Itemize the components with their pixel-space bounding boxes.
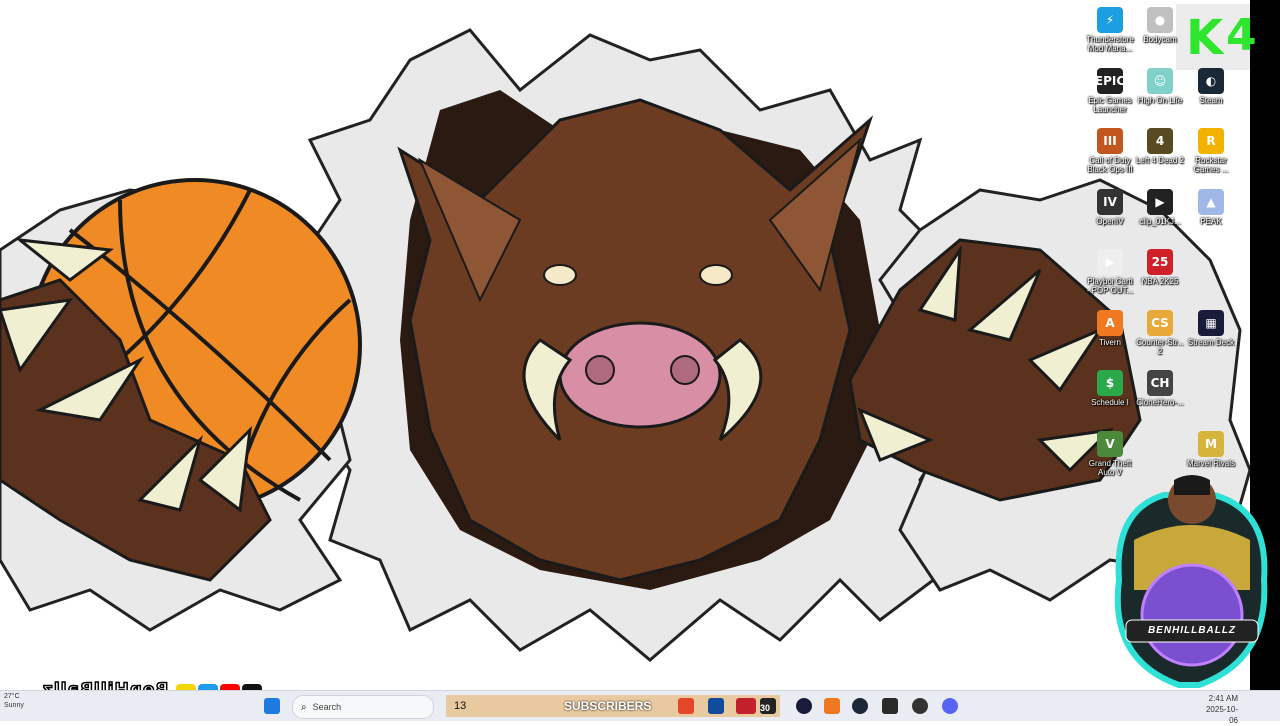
badge-30-text: 30	[760, 703, 771, 713]
search-icon: ⌕	[301, 701, 307, 713]
weather-temp: 27°C	[4, 693, 20, 700]
subscriber-count: 13	[454, 700, 467, 712]
desktop-icon-peak[interactable]: ▲ PEAK	[1181, 185, 1241, 245]
desktop-icon-label: PEAK	[1200, 216, 1222, 226]
playboi-icon: ▶	[1097, 249, 1123, 275]
rockstar-icon: R	[1198, 128, 1224, 154]
badge-30-icon[interactable]: 30	[760, 698, 776, 714]
weather-desc: Sunny	[4, 702, 24, 709]
desktop-icon-label: Bodycam	[1143, 35, 1177, 44]
desktop-icon-label: Stream Deck	[1187, 337, 1235, 347]
nba-icon: 25	[1147, 249, 1173, 275]
steam-icon: ◐	[1198, 67, 1224, 94]
subscriber-label: SUBSCRIBERS	[564, 699, 652, 713]
cod-icon: III	[1097, 128, 1123, 154]
subscriber-counter: 13 SUBSCRIBERS	[446, 695, 780, 717]
discord-icon[interactable]	[942, 698, 958, 714]
desktop-icon-label: CloneHero-...	[1136, 398, 1184, 407]
peak-icon: ▲	[1198, 188, 1224, 215]
desktop-icon-rockstar[interactable]: R Rockstar Games ...	[1181, 124, 1241, 184]
high-on-life-icon: ☺	[1147, 67, 1173, 94]
schedule-icon: $	[1097, 370, 1123, 396]
clonehero-icon: CH	[1147, 370, 1173, 396]
start-button-icon[interactable]	[264, 698, 280, 714]
clip-icon: ▶	[1147, 188, 1173, 215]
clock-time: 2:41 AM	[1208, 694, 1238, 703]
desktop-icon-label: Rockstar Games ...	[1193, 156, 1229, 174]
desktop-icon-clonehero[interactable]: CH CloneHero-...	[1130, 366, 1190, 426]
game-app-icon[interactable]	[736, 698, 756, 714]
obs-icon[interactable]	[912, 698, 928, 714]
clock-date: 2025-10-06	[1205, 705, 1238, 725]
weather-widget[interactable]: 27°C Sunny	[4, 692, 24, 722]
desktop-icon-label: NBA 2K25	[1141, 277, 1179, 286]
marvel-icon: M	[1198, 430, 1224, 457]
desktop-icon-nba[interactable]: 25 NBA 2K25	[1130, 245, 1190, 305]
app-icon[interactable]	[708, 698, 724, 714]
search-placeholder: Search	[312, 702, 342, 712]
tivern-icon[interactable]	[824, 698, 840, 714]
gta-icon: V	[1097, 430, 1123, 457]
streamer-avatar-overlay: BENHILLBALLZ	[1104, 470, 1274, 690]
desktop-icon-steam[interactable]: ◐ Steam	[1181, 64, 1241, 124]
bodycam-icon: ●	[1147, 7, 1173, 33]
counter-strike-icon: CS	[1147, 309, 1173, 336]
mail-icon[interactable]	[882, 698, 898, 714]
tivern-icon: A	[1097, 309, 1123, 336]
stream-deck-icon[interactable]	[796, 698, 812, 714]
taskbar-clock[interactable]: 2:41 AM 2025-10-06	[1198, 693, 1238, 726]
desktop-icon-stream-deck[interactable]: ▦ Stream Deck	[1181, 306, 1241, 366]
l4d2-icon: 4	[1147, 128, 1173, 154]
openiv-icon: IV	[1097, 188, 1123, 215]
brave-icon[interactable]	[678, 698, 694, 714]
k-letter: K	[1186, 10, 1224, 66]
k-number: 4	[1226, 10, 1257, 61]
boar-mascot-wallpaper	[0, 28, 1250, 662]
stream-deck-icon: ▦	[1198, 309, 1224, 336]
desktop-wallpaper	[0, 0, 1250, 690]
steam-icon[interactable]	[852, 698, 868, 714]
epic-icon: EPIC	[1095, 67, 1125, 94]
desktop-icon-label: Marvel Rivals	[1186, 458, 1235, 468]
thunderstore-icon: ⚡	[1097, 7, 1123, 33]
avatar-graphic	[1114, 475, 1268, 688]
desktop-icon-bodycam[interactable]: ● Bodycam	[1130, 3, 1190, 63]
desktop-icon-label: Steam	[1199, 95, 1223, 105]
avatar-name-label: BENHILLBALLZ	[1147, 625, 1237, 636]
taskbar: 27°C Sunny ⌕ Search 13 SUBSCRIBERS 30 2:…	[0, 690, 1280, 725]
search-box[interactable]: ⌕ Search	[292, 695, 434, 719]
